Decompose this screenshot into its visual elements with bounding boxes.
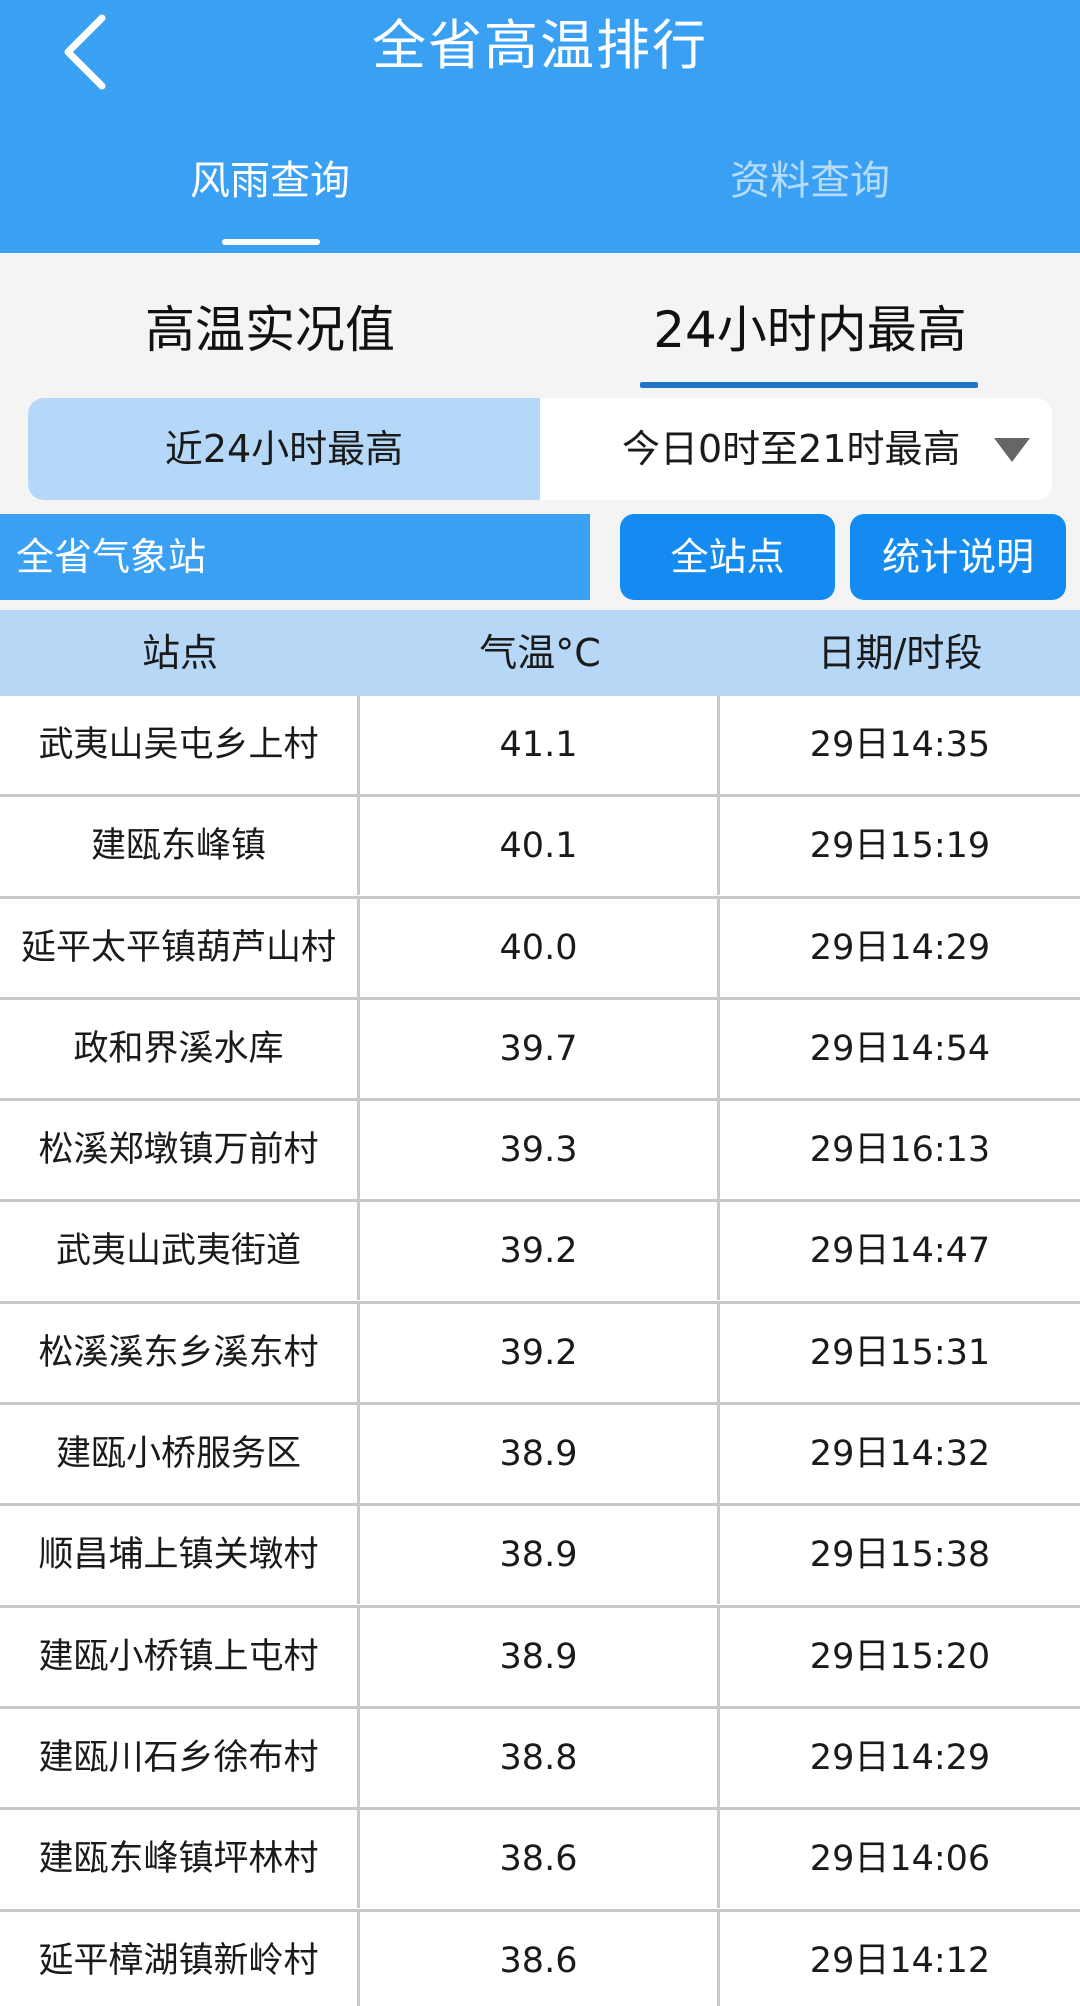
cell-station: 政和界溪水库 (0, 999, 360, 1098)
dropdown-caret-icon (994, 438, 1030, 462)
table-row[interactable]: 建瓯东峰镇 40.1 29日15:19 (0, 797, 1080, 899)
station-group-label: 全省气象站 (0, 514, 590, 600)
table-row[interactable]: 延平樟湖镇新岭村 38.6 29日14:12 (0, 1911, 1080, 2006)
column-header-datetime: 日期/时段 (817, 631, 983, 675)
cell-datetime: 29日15:20 (809, 1636, 991, 1677)
table-row[interactable]: 顺昌埔上镇关墩村 38.9 29日15:38 (0, 1506, 1080, 1608)
cell-datetime: 29日14:32 (809, 1434, 991, 1475)
app-header: 全省高温排行 风雨查询 资料查询 (0, 0, 1080, 253)
table-row[interactable]: 建瓯东峰镇坪林村 38.6 29日14:06 (0, 1810, 1080, 1912)
cell-temperature: 40.0 (360, 898, 720, 997)
cell-datetime: 29日15:31 (809, 1332, 991, 1373)
cell-datetime: 29日16:13 (809, 1130, 991, 1171)
cell-datetime: 29日15:38 (809, 1535, 991, 1576)
cell-temperature: 39.2 (360, 1202, 720, 1301)
table-row[interactable]: 建瓯小桥服务区 38.9 29日14:32 (0, 1405, 1080, 1507)
statistics-explanation-button[interactable]: 统计说明 (850, 514, 1066, 600)
tab-data-query[interactable]: 资料查询 (540, 150, 1080, 212)
table-row[interactable]: 延平太平镇葫芦山村 40.0 29日14:29 (0, 898, 1080, 1000)
cell-temperature: 38.9 (360, 1607, 720, 1706)
cell-datetime: 29日14:35 (809, 725, 991, 765)
active-tab-indicator (222, 239, 320, 245)
subtab-realtime-high-temp[interactable]: 高温实况值 (0, 290, 540, 370)
cell-station: 建瓯东峰镇 (0, 797, 360, 896)
cell-temperature: 39.2 (360, 1303, 720, 1402)
table-row[interactable]: 武夷山吴屯乡上村 41.1 29日14:35 (0, 696, 1080, 798)
cell-temperature: 38.9 (360, 1405, 720, 1504)
table-header: 站点 气温°C 日期/时段 (0, 610, 1080, 696)
cell-datetime: 29日14:12 (809, 1940, 991, 1981)
cell-datetime: 29日14:47 (809, 1231, 991, 1272)
column-header-station: 站点 (141, 631, 218, 675)
cell-temperature: 38.6 (360, 1911, 720, 2006)
cell-datetime: 29日14:29 (809, 927, 991, 968)
cell-datetime: 29日15:19 (809, 826, 991, 867)
cell-temperature: 38.6 (360, 1810, 720, 1909)
table-row[interactable]: 建瓯川石乡徐布村 38.8 29日14:29 (0, 1708, 1080, 1811)
table-row[interactable]: 松溪郑墩镇万前村 39.3 29日16:13 (0, 1101, 1080, 1203)
cell-station: 建瓯东峰镇坪林村 (0, 1810, 360, 1909)
cell-station: 顺昌埔上镇关墩村 (0, 1506, 360, 1605)
cell-temperature: 40.1 (360, 797, 720, 896)
cell-station: 建瓯小桥镇上屯村 (0, 1607, 360, 1706)
tab-wind-rain-query[interactable]: 风雨查询 (0, 150, 540, 212)
subtab-24h-max[interactable]: 24小时内最高 (540, 290, 1080, 370)
option-today-label: 今日0时至21时最高 (622, 427, 961, 471)
cell-station: 武夷山武夷街道 (0, 1202, 360, 1301)
option-today-dropdown[interactable]: 今日0时至21时最高 (540, 398, 1052, 500)
table-row[interactable]: 松溪溪东乡溪东村 39.2 29日15:31 (0, 1303, 1080, 1406)
cell-station: 武夷山吴屯乡上村 (0, 696, 360, 794)
table-row[interactable]: 建瓯小桥镇上屯村 38.9 29日15:20 (0, 1607, 1080, 1709)
cell-station: 延平樟湖镇新岭村 (0, 1911, 360, 2006)
cell-station: 延平太平镇葫芦山村 (0, 898, 360, 997)
page-title: 全省高温排行 (372, 14, 708, 77)
cell-station: 建瓯小桥服务区 (0, 1405, 360, 1504)
cell-station: 松溪溪东乡溪东村 (0, 1303, 360, 1402)
subtab-active-indicator (640, 382, 978, 388)
table-row[interactable]: 政和界溪水库 39.7 29日14:54 (0, 999, 1080, 1102)
cell-datetime: 29日14:06 (809, 1839, 991, 1880)
cell-temperature: 38.8 (360, 1708, 720, 1807)
option-last-24h-max[interactable]: 近24小时最高 (28, 398, 540, 500)
ranking-table: 武夷山吴屯乡上村 41.1 29日14:35 建瓯东峰镇 40.1 29日15:… (0, 696, 1080, 2006)
cell-temperature: 39.3 (360, 1101, 720, 1200)
column-header-temperature: 气温°C (479, 631, 601, 675)
cell-temperature: 38.9 (360, 1506, 720, 1605)
cell-station: 松溪郑墩镇万前村 (0, 1101, 360, 1200)
cell-datetime: 29日14:54 (809, 1028, 991, 1069)
cell-datetime: 29日14:29 (809, 1737, 991, 1778)
cell-temperature: 41.1 (360, 696, 720, 794)
all-stations-button[interactable]: 全站点 (620, 514, 835, 600)
cell-temperature: 39.7 (360, 999, 720, 1098)
cell-station: 建瓯川石乡徐布村 (0, 1708, 360, 1807)
table-row[interactable]: 武夷山武夷街道 39.2 29日14:47 (0, 1202, 1080, 1304)
time-range-selector: 近24小时最高 今日0时至21时最高 (28, 398, 1052, 500)
